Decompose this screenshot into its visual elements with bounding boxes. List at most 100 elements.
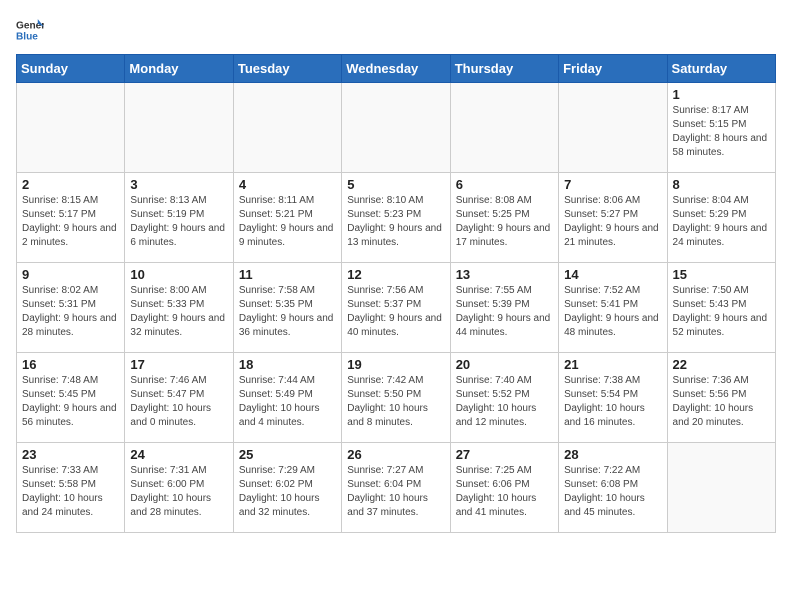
day-info: Sunrise: 7:42 AM Sunset: 5:50 PM Dayligh… bbox=[347, 374, 444, 430]
calendar-day-cell: 15 Sunrise: 7:50 AM Sunset: 5:43 PM Dayli… bbox=[667, 263, 775, 353]
weekday-header-cell: Friday bbox=[559, 55, 667, 83]
day-number: 18 bbox=[239, 357, 336, 372]
calendar-day-cell bbox=[559, 83, 667, 173]
day-number: 20 bbox=[456, 357, 553, 372]
calendar-day-cell: 28 Sunrise: 7:22 AM Sunset: 6:08 PM Dayli… bbox=[559, 443, 667, 533]
day-info: Sunrise: 8:13 AM Sunset: 5:19 PM Dayligh… bbox=[130, 194, 227, 250]
calendar-day-cell: 6 Sunrise: 8:08 AM Sunset: 5:25 PM Daylig… bbox=[450, 173, 558, 263]
calendar-day-cell: 23 Sunrise: 7:33 AM Sunset: 5:58 PM Dayli… bbox=[17, 443, 125, 533]
calendar-day-cell bbox=[450, 83, 558, 173]
weekday-header-cell: Tuesday bbox=[233, 55, 341, 83]
day-info: Sunrise: 7:44 AM Sunset: 5:49 PM Dayligh… bbox=[239, 374, 336, 430]
calendar-day-cell bbox=[342, 83, 450, 173]
day-info: Sunrise: 7:33 AM Sunset: 5:58 PM Dayligh… bbox=[22, 464, 119, 520]
day-info: Sunrise: 8:04 AM Sunset: 5:29 PM Dayligh… bbox=[673, 194, 770, 250]
calendar-day-cell: 8 Sunrise: 8:04 AM Sunset: 5:29 PM Daylig… bbox=[667, 173, 775, 263]
day-number: 19 bbox=[347, 357, 444, 372]
calendar-day-cell: 3 Sunrise: 8:13 AM Sunset: 5:19 PM Daylig… bbox=[125, 173, 233, 263]
day-info: Sunrise: 7:40 AM Sunset: 5:52 PM Dayligh… bbox=[456, 374, 553, 430]
day-info: Sunrise: 7:38 AM Sunset: 5:54 PM Dayligh… bbox=[564, 374, 661, 430]
day-number: 27 bbox=[456, 447, 553, 462]
calendar-week-row: 1 Sunrise: 8:17 AM Sunset: 5:15 PM Daylig… bbox=[17, 83, 776, 173]
calendar-day-cell: 17 Sunrise: 7:46 AM Sunset: 5:47 PM Dayli… bbox=[125, 353, 233, 443]
calendar-body: 1 Sunrise: 8:17 AM Sunset: 5:15 PM Daylig… bbox=[17, 83, 776, 533]
calendar-week-row: 9 Sunrise: 8:02 AM Sunset: 5:31 PM Daylig… bbox=[17, 263, 776, 353]
calendar-day-cell bbox=[17, 83, 125, 173]
day-info: Sunrise: 8:00 AM Sunset: 5:33 PM Dayligh… bbox=[130, 284, 227, 340]
weekday-header: SundayMondayTuesdayWednesdayThursdayFrid… bbox=[17, 55, 776, 83]
day-info: Sunrise: 7:29 AM Sunset: 6:02 PM Dayligh… bbox=[239, 464, 336, 520]
calendar-day-cell: 19 Sunrise: 7:42 AM Sunset: 5:50 PM Dayli… bbox=[342, 353, 450, 443]
calendar-day-cell: 24Sunrise: 7:31 AM Sunset: 6:00 PM Dayli… bbox=[125, 443, 233, 533]
header: General Blue bbox=[16, 16, 776, 44]
day-info: Sunrise: 7:58 AM Sunset: 5:35 PM Dayligh… bbox=[239, 284, 336, 340]
calendar-day-cell: 11 Sunrise: 7:58 AM Sunset: 5:35 PM Dayli… bbox=[233, 263, 341, 353]
day-info: Sunrise: 7:50 AM Sunset: 5:43 PM Dayligh… bbox=[673, 284, 770, 340]
day-number: 5 bbox=[347, 177, 444, 192]
day-info: Sunrise: 7:46 AM Sunset: 5:47 PM Dayligh… bbox=[130, 374, 227, 430]
calendar-day-cell: 7 Sunrise: 8:06 AM Sunset: 5:27 PM Daylig… bbox=[559, 173, 667, 263]
day-number: 3 bbox=[130, 177, 227, 192]
calendar-day-cell: 1 Sunrise: 8:17 AM Sunset: 5:15 PM Daylig… bbox=[667, 83, 775, 173]
day-info: Sunrise: 8:02 AM Sunset: 5:31 PM Dayligh… bbox=[22, 284, 119, 340]
day-info: Sunrise: 7:36 AM Sunset: 5:56 PM Dayligh… bbox=[673, 374, 770, 430]
day-number: 26 bbox=[347, 447, 444, 462]
calendar-week-row: 2 Sunrise: 8:15 AM Sunset: 5:17 PM Daylig… bbox=[17, 173, 776, 263]
calendar-day-cell: 10 Sunrise: 8:00 AM Sunset: 5:33 PM Dayli… bbox=[125, 263, 233, 353]
day-info: Sunrise: 7:55 AM Sunset: 5:39 PM Dayligh… bbox=[456, 284, 553, 340]
day-number: 16 bbox=[22, 357, 119, 372]
calendar-day-cell: 12 Sunrise: 7:56 AM Sunset: 5:37 PM Dayli… bbox=[342, 263, 450, 353]
day-number: 11 bbox=[239, 267, 336, 282]
calendar-day-cell: 13 Sunrise: 7:55 AM Sunset: 5:39 PM Dayli… bbox=[450, 263, 558, 353]
calendar-day-cell: 2 Sunrise: 8:15 AM Sunset: 5:17 PM Daylig… bbox=[17, 173, 125, 263]
weekday-header-cell: Monday bbox=[125, 55, 233, 83]
day-number: 2 bbox=[22, 177, 119, 192]
day-number: 12 bbox=[347, 267, 444, 282]
calendar-week-row: 23 Sunrise: 7:33 AM Sunset: 5:58 PM Dayli… bbox=[17, 443, 776, 533]
day-number: 15 bbox=[673, 267, 770, 282]
day-info: Sunrise: 7:25 AM Sunset: 6:06 PM Dayligh… bbox=[456, 464, 553, 520]
calendar-day-cell: 14 Sunrise: 7:52 AM Sunset: 5:41 PM Dayli… bbox=[559, 263, 667, 353]
day-info: Sunrise: 7:22 AM Sunset: 6:08 PM Dayligh… bbox=[564, 464, 661, 520]
logo-icon: General Blue bbox=[16, 16, 44, 44]
calendar-day-cell bbox=[667, 443, 775, 533]
calendar-day-cell: 4 Sunrise: 8:11 AM Sunset: 5:21 PM Daylig… bbox=[233, 173, 341, 263]
day-number: 13 bbox=[456, 267, 553, 282]
calendar-day-cell bbox=[125, 83, 233, 173]
calendar-table: SundayMondayTuesdayWednesdayThursdayFrid… bbox=[16, 54, 776, 533]
calendar-day-cell: 25 Sunrise: 7:29 AM Sunset: 6:02 PM Dayli… bbox=[233, 443, 341, 533]
day-number: 1 bbox=[673, 87, 770, 102]
calendar-day-cell: 5Sunrise: 8:10 AM Sunset: 5:23 PM Daylig… bbox=[342, 173, 450, 263]
day-number: 8 bbox=[673, 177, 770, 192]
day-number: 7 bbox=[564, 177, 661, 192]
calendar-day-cell: 26 Sunrise: 7:27 AM Sunset: 6:04 PM Dayli… bbox=[342, 443, 450, 533]
day-number: 9 bbox=[22, 267, 119, 282]
calendar-day-cell: 9 Sunrise: 8:02 AM Sunset: 5:31 PM Daylig… bbox=[17, 263, 125, 353]
day-number: 4 bbox=[239, 177, 336, 192]
day-info: Sunrise: 8:06 AM Sunset: 5:27 PM Dayligh… bbox=[564, 194, 661, 250]
day-number: 22 bbox=[673, 357, 770, 372]
day-info: Sunrise: 8:17 AM Sunset: 5:15 PM Dayligh… bbox=[673, 104, 770, 160]
weekday-header-cell: Wednesday bbox=[342, 55, 450, 83]
day-info: Sunrise: 7:52 AM Sunset: 5:41 PM Dayligh… bbox=[564, 284, 661, 340]
calendar-day-cell: 16 Sunrise: 7:48 AM Sunset: 5:45 PM Dayli… bbox=[17, 353, 125, 443]
day-number: 17 bbox=[130, 357, 227, 372]
day-info: Sunrise: 7:27 AM Sunset: 6:04 PM Dayligh… bbox=[347, 464, 444, 520]
calendar-day-cell bbox=[233, 83, 341, 173]
day-info: Sunrise: 8:08 AM Sunset: 5:25 PM Dayligh… bbox=[456, 194, 553, 250]
day-number: 28 bbox=[564, 447, 661, 462]
day-info: Sunrise: 7:31 AM Sunset: 6:00 PM Dayligh… bbox=[130, 464, 227, 520]
calendar-day-cell: 20 Sunrise: 7:40 AM Sunset: 5:52 PM Dayli… bbox=[450, 353, 558, 443]
calendar-day-cell: 27 Sunrise: 7:25 AM Sunset: 6:06 PM Dayli… bbox=[450, 443, 558, 533]
day-number: 14 bbox=[564, 267, 661, 282]
day-number: 25 bbox=[239, 447, 336, 462]
day-number: 21 bbox=[564, 357, 661, 372]
day-info: Sunrise: 7:48 AM Sunset: 5:45 PM Dayligh… bbox=[22, 374, 119, 430]
day-info: Sunrise: 7:56 AM Sunset: 5:37 PM Dayligh… bbox=[347, 284, 444, 340]
day-number: 6 bbox=[456, 177, 553, 192]
day-number: 23 bbox=[22, 447, 119, 462]
calendar-day-cell: 21 Sunrise: 7:38 AM Sunset: 5:54 PM Dayli… bbox=[559, 353, 667, 443]
day-info: Sunrise: 8:15 AM Sunset: 5:17 PM Dayligh… bbox=[22, 194, 119, 250]
day-info: Sunrise: 8:11 AM Sunset: 5:21 PM Dayligh… bbox=[239, 194, 336, 250]
day-number: 10 bbox=[130, 267, 227, 282]
